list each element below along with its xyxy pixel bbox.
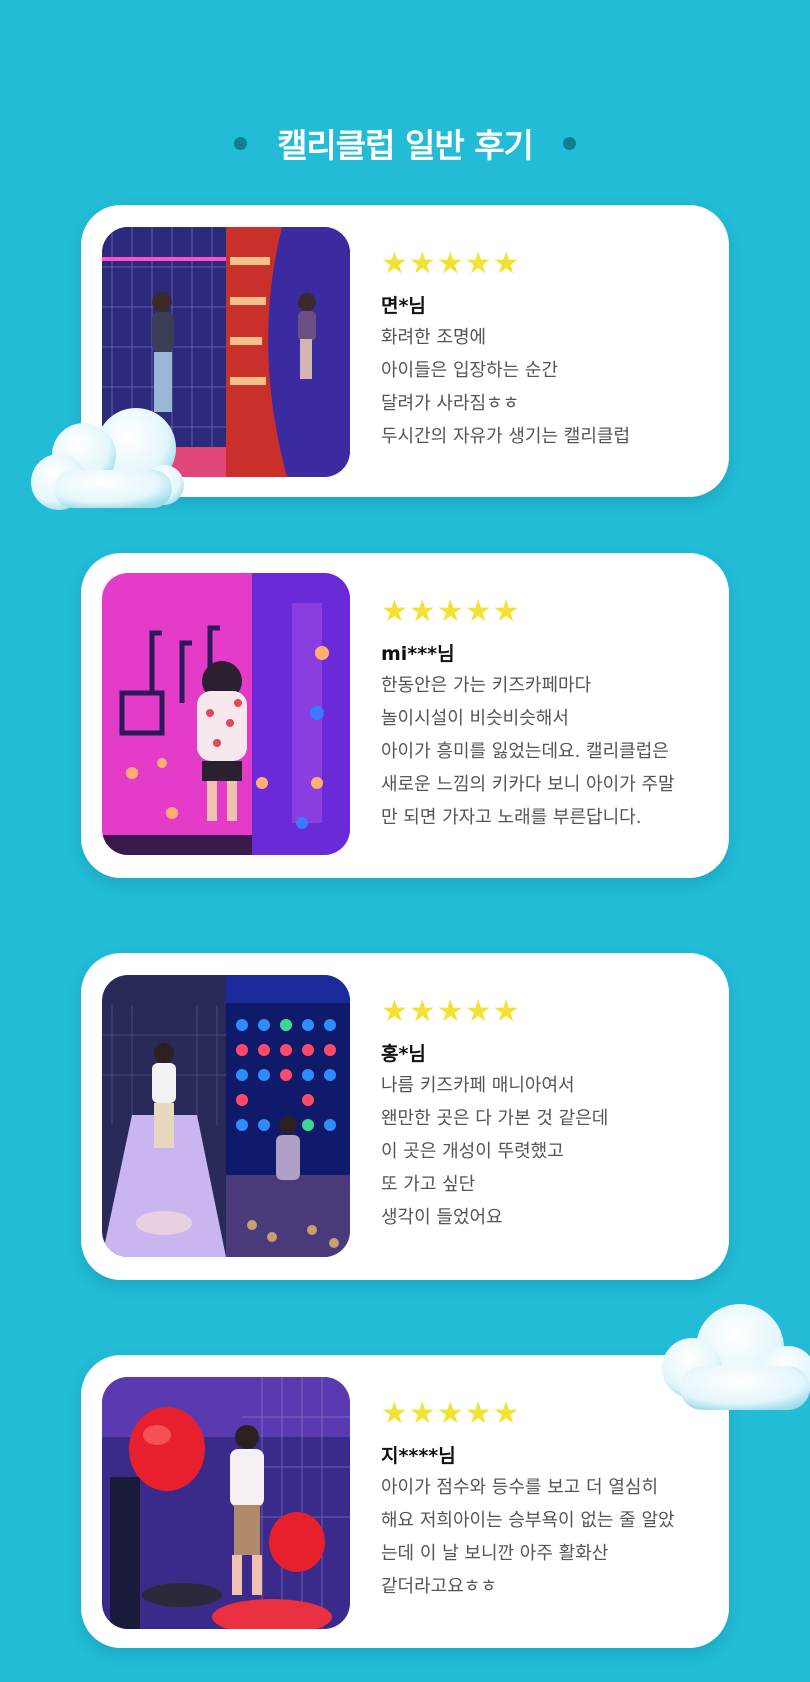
review-photo-2-image <box>102 573 350 855</box>
review-photo-3-image <box>102 975 350 1257</box>
review-text-line: 같더라고요ㅎㅎ <box>381 1576 497 1597</box>
star-icon: ★ <box>436 994 464 1029</box>
review-card-4: ★ ★ ★ ★ ★ 지****님 아이가 점수와 등수를 보고 더 열심히 해요… <box>81 1355 729 1648</box>
review-info-1: ★ ★ ★ ★ ★ 면*님 화려한 조명에 아이들은 입장하는 순간 달려가 사… <box>381 247 721 453</box>
star-icon: ★ <box>381 1396 408 1431</box>
review-text-line: 는데 이 날 보니깐 아주 활화산 <box>381 1543 609 1564</box>
star-icon: ★ <box>464 994 492 1029</box>
review-text-line: 해요 저희아이는 승부욕이 없는 줄 알았 <box>381 1510 675 1531</box>
review-info-4: ★ ★ ★ ★ ★ 지****님 아이가 점수와 등수를 보고 더 열심히 해요… <box>381 1397 721 1603</box>
star-icon: ★ <box>408 246 436 281</box>
star-icon: ★ <box>408 994 436 1029</box>
star-icon: ★ <box>492 594 520 629</box>
review-text-line: 새로운 느낌의 키카다 보니 아이가 주말 <box>381 774 675 795</box>
review-text-line: 한동안은 가는 키즈카페마다 <box>381 675 592 696</box>
review-text-line: 또 가고 싶단 <box>381 1174 476 1195</box>
star-icon: ★ <box>464 594 492 629</box>
star-icon: ★ <box>408 594 436 629</box>
review-text-line: 아이가 흥미를 잃었는데요. 캘리클럽은 <box>381 741 669 762</box>
review-info-2: ★ ★ ★ ★ ★ mi***님 한동안은 가는 키즈카페마다 놀이시설이 비슷… <box>381 595 721 834</box>
review-text-line: 두시간의 자유가 생기는 캘리클럽 <box>381 426 631 447</box>
star-icon: ★ <box>381 994 408 1029</box>
section-title-row: 캘리클럽 일반 후기 <box>0 118 810 168</box>
star-rating-2: ★ ★ ★ ★ ★ <box>381 595 721 629</box>
review-text-line: 만 되면 가자고 노래를 부른답니다. <box>381 807 642 828</box>
review-text-line: 생각이 들었어요 <box>381 1207 503 1228</box>
star-icon: ★ <box>381 594 408 629</box>
review-photo-4 <box>102 1377 350 1629</box>
title-dot-right <box>562 136 576 150</box>
review-text-line: 놀이시설이 비슷비슷해서 <box>381 708 569 729</box>
review-text-line: 화려한 조명에 <box>381 327 487 348</box>
star-icon: ★ <box>464 1396 492 1431</box>
reviewer-name: mi***님 <box>381 643 455 665</box>
review-card-3: ★ ★ ★ ★ ★ 홍*님 나름 키즈카페 매니아여서 왠만한 곳은 다 가본 … <box>81 953 729 1280</box>
star-icon: ★ <box>436 594 464 629</box>
star-icon: ★ <box>381 246 408 281</box>
review-text-line: 아이가 점수와 등수를 보고 더 열심히 <box>381 1477 659 1498</box>
review-info-3: ★ ★ ★ ★ ★ 홍*님 나름 키즈카페 매니아여서 왠만한 곳은 다 가본 … <box>381 995 721 1234</box>
review-text-line: 나름 키즈카페 매니아여서 <box>381 1075 575 1096</box>
star-icon: ★ <box>408 1396 436 1431</box>
reviewer-name: 면*님 <box>381 295 426 317</box>
reviewer-name: 지****님 <box>381 1445 456 1467</box>
star-icon: ★ <box>436 246 464 281</box>
star-icon: ★ <box>492 994 520 1029</box>
review-text-line: 아이들은 입장하는 순간 <box>381 360 559 381</box>
title-dot-left <box>234 136 248 150</box>
star-icon: ★ <box>464 246 492 281</box>
star-rating-3: ★ ★ ★ ★ ★ <box>381 995 721 1029</box>
star-icon: ★ <box>436 1396 464 1431</box>
review-photo-3 <box>102 975 350 1257</box>
review-card-2: ★ ★ ★ ★ ★ mi***님 한동안은 가는 키즈카페마다 놀이시설이 비슷… <box>81 553 729 878</box>
reviewer-name: 홍*님 <box>381 1043 426 1065</box>
cloud-decoration-right <box>662 1304 810 1410</box>
star-icon: ★ <box>492 1396 520 1431</box>
review-text-line: 왠만한 곳은 다 가본 것 같은데 <box>381 1108 609 1129</box>
review-photo-2 <box>102 573 350 855</box>
review-photo-4-image <box>102 1377 350 1629</box>
section-title: 캘리클럽 일반 후기 <box>277 126 534 165</box>
cloud-decoration-left <box>31 408 184 510</box>
review-text-line: 달려가 사라짐ㅎㅎ <box>381 393 520 414</box>
star-icon: ★ <box>492 246 520 281</box>
review-text-line: 이 곳은 개성이 뚜렷했고 <box>381 1141 564 1162</box>
star-rating-1: ★ ★ ★ ★ ★ <box>381 247 721 281</box>
